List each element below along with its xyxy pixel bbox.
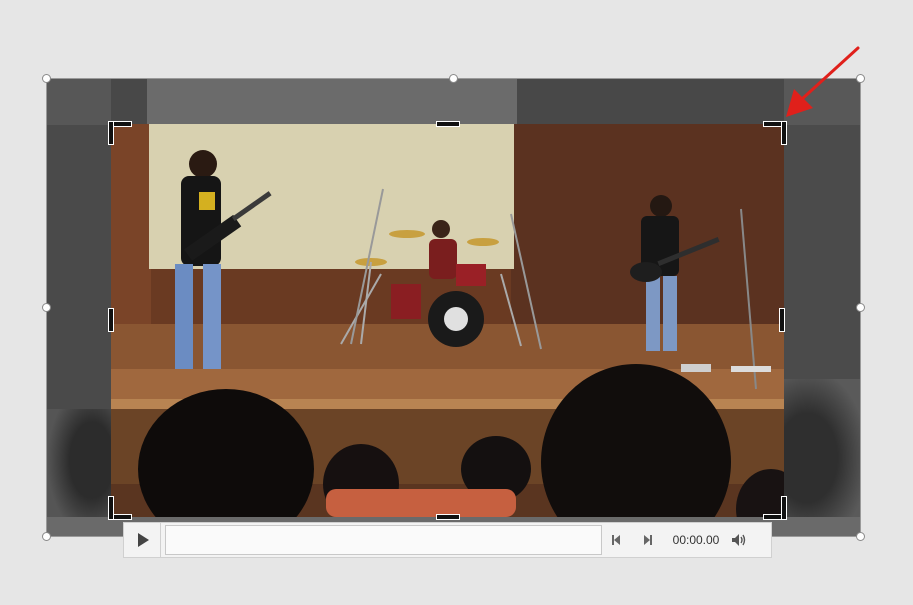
crop-handle-top[interactable]	[437, 122, 459, 126]
resize-handle-left[interactable]	[42, 303, 51, 312]
time-display: 00:00.00	[668, 533, 724, 547]
resize-handle-bottom-right[interactable]	[856, 532, 865, 541]
play-button[interactable]	[124, 523, 161, 557]
crop-handle-bottom-left[interactable]	[109, 497, 131, 519]
resize-handle-top[interactable]	[449, 74, 458, 83]
media-controls-bar: 00:00.00	[123, 522, 772, 558]
crop-handle-top-left[interactable]	[109, 122, 131, 144]
crop-handle-right[interactable]	[780, 309, 784, 331]
red-annotation-arrow-icon	[780, 45, 862, 125]
step-forward-button[interactable]	[632, 523, 662, 557]
cropped-video-frame[interactable]	[111, 124, 784, 517]
concert-scene	[111, 124, 784, 517]
crop-handle-bottom-right[interactable]	[764, 497, 786, 519]
dimmed-audience-right	[784, 379, 861, 537]
resize-handle-right[interactable]	[856, 303, 865, 312]
playback-timeline[interactable]	[165, 525, 602, 555]
slide-workspace: 00:00.00	[0, 0, 913, 605]
dimmed-stage-light	[147, 79, 517, 125]
step-back-button[interactable]	[602, 523, 632, 557]
crop-handle-bottom[interactable]	[437, 515, 459, 519]
resize-handle-bottom-left[interactable]	[42, 532, 51, 541]
play-icon	[138, 533, 149, 547]
step-back-icon	[611, 534, 623, 546]
crop-handle-top-right[interactable]	[764, 122, 786, 144]
volume-button[interactable]	[724, 523, 754, 557]
volume-icon	[731, 533, 747, 547]
resize-handle-top-left[interactable]	[42, 74, 51, 83]
crop-handle-left[interactable]	[109, 309, 113, 331]
step-forward-icon	[641, 534, 653, 546]
